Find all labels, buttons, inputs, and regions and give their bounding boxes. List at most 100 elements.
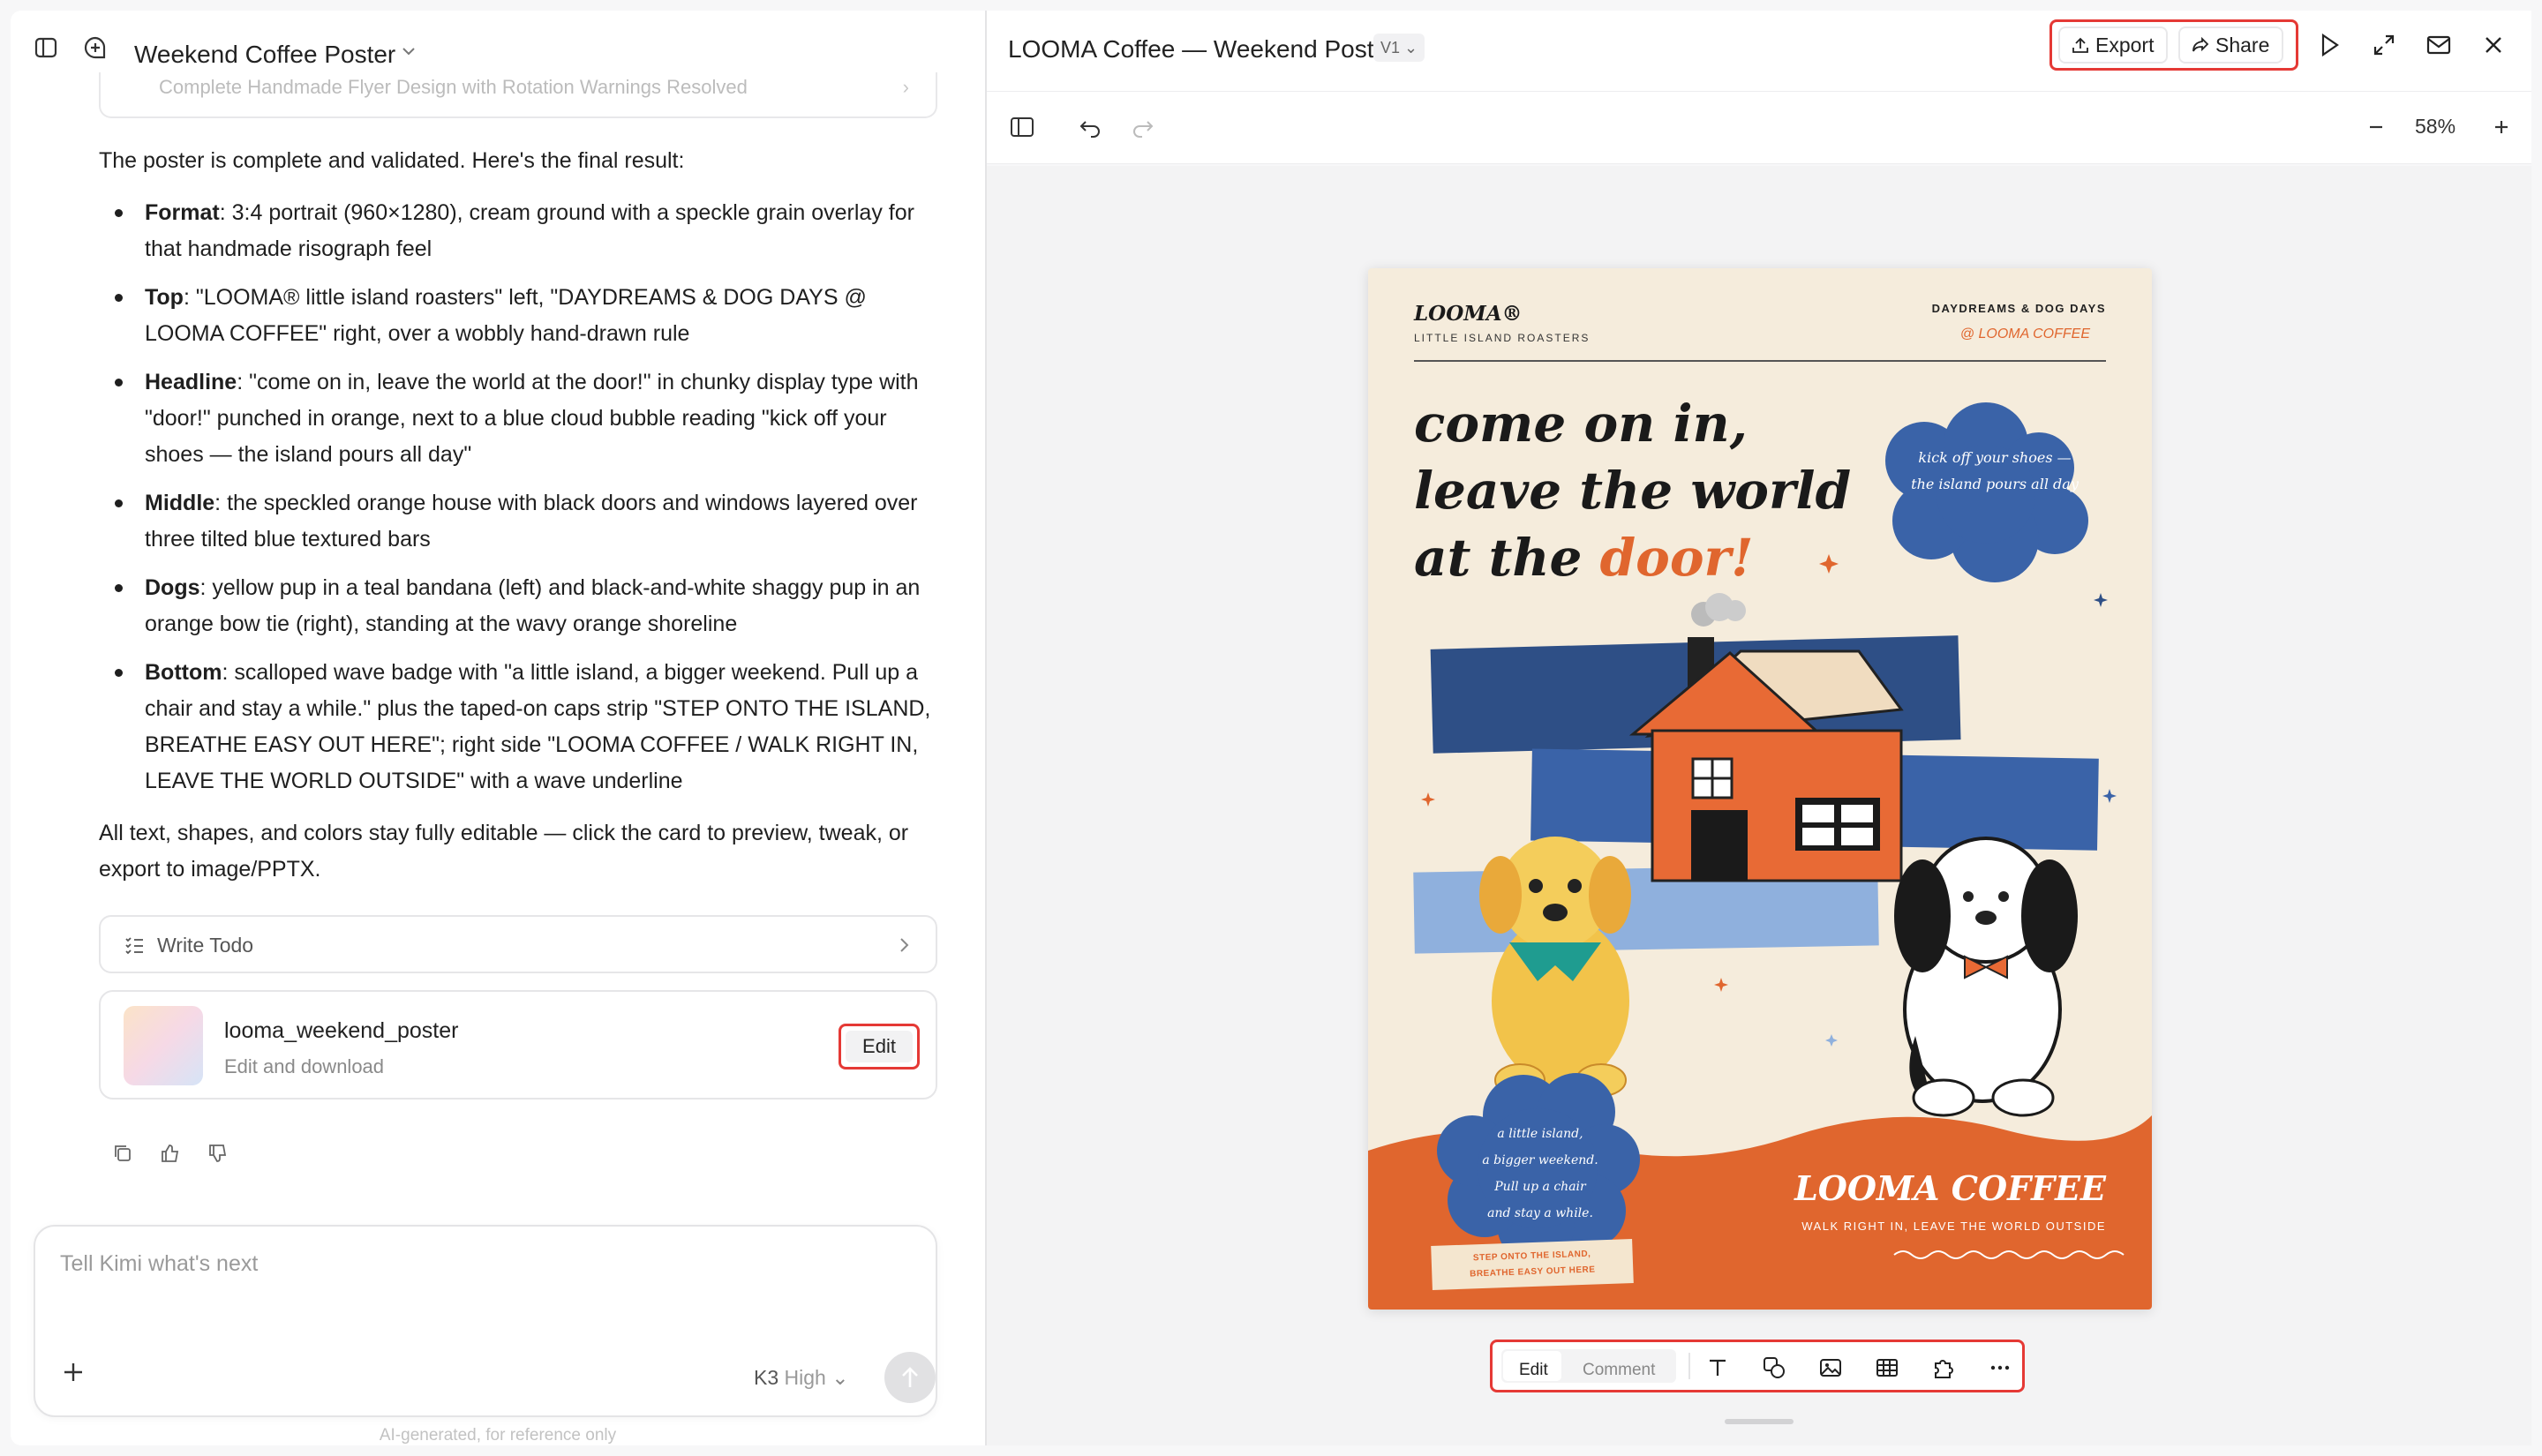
message-bullets: Format: 3:4 portrait (960×1280), cream g… — [99, 195, 946, 799]
bullet-label: Headline — [145, 370, 237, 394]
share-button[interactable]: Share — [2178, 26, 2284, 64]
divider — [1688, 1353, 1690, 1379]
model-selector[interactable]: K3 High ⌄ — [754, 1366, 849, 1390]
more-icon[interactable] — [1987, 1355, 2013, 1381]
upload-icon — [2072, 37, 2088, 53]
list-item: Headline: "come on in, leave the world a… — [99, 364, 946, 473]
poster-coffee-title: LOOMA COFFEE — [1794, 1168, 2106, 1208]
floating-toolbar: Edit Comment — [1490, 1340, 2025, 1392]
checklist-icon — [125, 937, 143, 955]
task-card-title: Complete Handmade Flyer Design with Rota… — [159, 76, 748, 98]
close-icon[interactable] — [2478, 30, 2508, 60]
composer-placeholder[interactable]: Tell Kimi what's next — [60, 1251, 258, 1277]
headline-line: come on in, — [1414, 394, 1748, 454]
chat-title[interactable]: Weekend Coffee Poster — [134, 41, 395, 69]
file-card[interactable]: looma_weekend_poster Edit and download E… — [99, 990, 937, 1100]
mail-icon[interactable] — [2424, 30, 2454, 60]
message-outro: All text, shapes, and colors stay fully … — [99, 821, 909, 882]
sidebar-toggle-icon[interactable] — [34, 35, 58, 60]
zoom-in-icon[interactable] — [2487, 113, 2516, 141]
bullet-text: : scalloped wave badge with "a little is… — [145, 660, 931, 793]
comment-mode-tab[interactable]: Comment — [1583, 1361, 1655, 1380]
bullet-label: Top — [145, 285, 184, 310]
export-label: Export — [2095, 34, 2155, 56]
export-button[interactable]: Export — [2058, 26, 2169, 64]
taped-strip: STEP ONTO THE ISLAND, BREATHE EASY OUT H… — [1431, 1239, 1634, 1290]
bullet-text: : "come on in, leave the world at the do… — [145, 370, 919, 467]
thumbs-up-icon[interactable] — [159, 1142, 182, 1165]
panel-toggle-icon[interactable] — [1008, 113, 1036, 141]
list-item: Dogs: yellow pup in a teal bandana (left… — [99, 570, 946, 642]
bullet-text: : yellow pup in a teal bandana (left) an… — [145, 575, 921, 636]
bullet-label: Bottom — [145, 660, 222, 685]
poster-headline: come on in, leave the world at the door! — [1414, 390, 1851, 591]
version-selector[interactable]: V1 ⌄ — [1373, 34, 1425, 62]
poster-brand-sub: LITTLE ISLAND ROASTERS — [1414, 332, 1591, 344]
list-item: Middle: the speckled orange house with b… — [99, 485, 946, 558]
list-item: Bottom: scalloped wave badge with "a lit… — [99, 655, 946, 799]
chevron-right-icon: › — [902, 76, 909, 98]
bullet-text: : the speckled orange house with black d… — [145, 491, 918, 552]
redo-icon[interactable] — [1128, 113, 1156, 141]
badge-line: a little island, — [1497, 1127, 1583, 1141]
headline-line: at the door! — [1414, 524, 1851, 591]
assistant-message: The poster is complete and validated. He… — [99, 143, 946, 888]
poster-card[interactable]: LOOMA® LITTLE ISLAND ROASTERS DAYDREAMS … — [1368, 268, 2152, 1310]
model-mode: High — [784, 1366, 826, 1389]
preview-header: LOOMA Coffee — Weekend Poster V1 ⌄ Expor… — [987, 11, 2531, 92]
zoom-level: 58% — [2415, 115, 2456, 138]
plugin-icon[interactable] — [1930, 1355, 1957, 1381]
new-chat-icon[interactable] — [83, 35, 108, 60]
file-name: looma_weekend_poster — [224, 1018, 459, 1043]
headline-accent: door! — [1599, 528, 1754, 588]
composer[interactable]: Tell Kimi what's next K3 High ⌄ — [34, 1225, 937, 1417]
headline-text: at the — [1414, 528, 1600, 588]
edit-mode-tab[interactable]: Edit — [1519, 1361, 1548, 1380]
zoom-out-icon[interactable] — [2362, 113, 2390, 141]
bubble-line: the island pours all day — [1911, 476, 2079, 492]
disclaimer: AI-generated, for reference only — [379, 1426, 617, 1445]
bullet-label: Format — [145, 200, 220, 225]
chevron-down-icon: ⌄ — [1404, 39, 1418, 56]
play-icon[interactable] — [2314, 30, 2344, 60]
editor-toolbar: 58% — [987, 92, 2531, 164]
todo-label: Write Todo — [157, 934, 254, 957]
list-item: Top: "LOOMA® little island roasters" lef… — [99, 280, 946, 352]
preview-title: LOOMA Coffee — Weekend Poster — [1008, 35, 1396, 63]
copy-icon[interactable] — [111, 1142, 134, 1165]
version-label: V1 — [1380, 39, 1401, 56]
bullet-text: : 3:4 portrait (960×1280), cream ground … — [145, 200, 914, 261]
cloud-bubble-text: kick off your shoes — the island pours a… — [1898, 445, 2092, 498]
chevron-down-icon: ⌄ — [831, 1366, 849, 1389]
badge-text: a little island, a bigger weekend. Pull … — [1465, 1121, 1615, 1227]
chevron-right-icon — [900, 938, 909, 952]
badge-line: a bigger weekend. — [1482, 1153, 1598, 1167]
mode-toggle: Edit Comment — [1501, 1349, 1676, 1383]
message-intro: The poster is complete and validated. He… — [99, 148, 685, 173]
text-icon[interactable] — [1704, 1355, 1731, 1381]
list-item: Format: 3:4 portrait (960×1280), cream g… — [99, 195, 946, 267]
model-name: K3 — [754, 1366, 779, 1389]
image-icon[interactable] — [1817, 1355, 1844, 1381]
table-icon[interactable] — [1874, 1355, 1900, 1381]
chevron-down-icon[interactable] — [401, 46, 417, 56]
share-icon — [2192, 36, 2209, 52]
headline-line: leave the world — [1414, 461, 1852, 521]
expand-icon[interactable] — [2369, 30, 2399, 60]
resize-handle[interactable] — [1725, 1419, 1794, 1424]
task-card[interactable]: Complete Handmade Flyer Design with Rota… — [99, 72, 937, 118]
poster-brand: LOOMA® — [1414, 302, 1523, 326]
edit-button[interactable]: Edit — [839, 1024, 920, 1069]
write-todo-card[interactable]: Write Todo — [99, 915, 937, 973]
bullet-label: Middle — [145, 491, 215, 515]
file-thumbnail — [124, 1006, 203, 1085]
poster-rule — [1414, 360, 2106, 362]
poster-top-right: DAYDREAMS & DOG DAYS — [1931, 302, 2106, 315]
shapes-icon[interactable] — [1761, 1355, 1787, 1381]
thumbs-down-icon[interactable] — [207, 1142, 229, 1165]
arrow-up-icon — [902, 1367, 918, 1387]
plus-icon[interactable] — [60, 1359, 86, 1385]
undo-icon[interactable] — [1077, 113, 1105, 141]
bullet-label: Dogs — [145, 575, 200, 600]
send-button[interactable] — [884, 1352, 936, 1403]
